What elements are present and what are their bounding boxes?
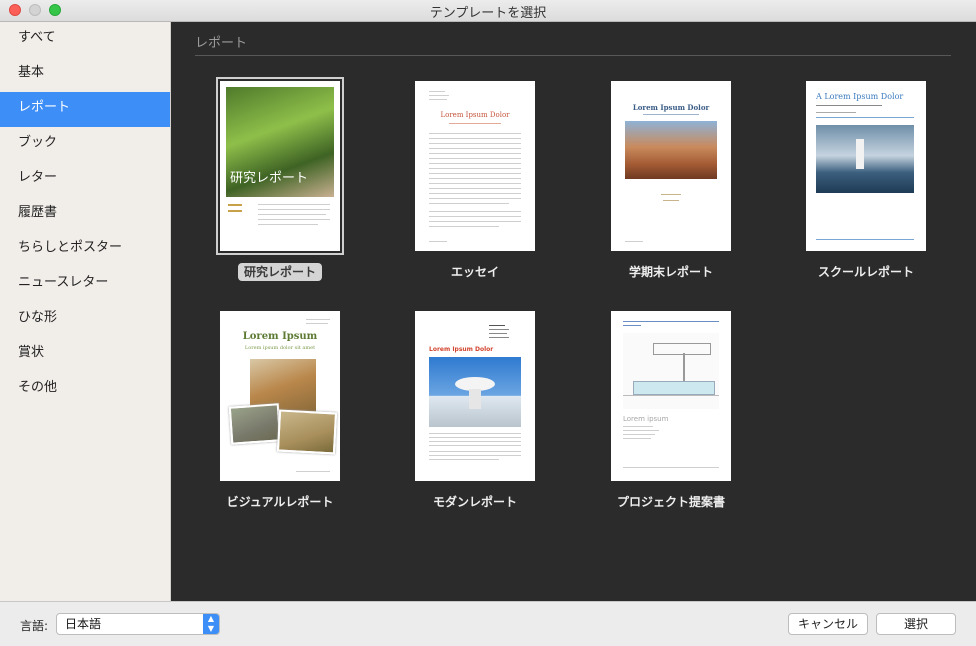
cancel-button[interactable]: キャンセル: [788, 613, 868, 635]
template-thumbnail[interactable]: Lorem Ipsum Lorem ipsum dolor sit amet: [220, 311, 340, 481]
elephant-photo: [228, 403, 282, 445]
category-sidebar: すべて 基本 レポート ブック レター 履歴書 ちらしとポスター ニュースレター…: [0, 22, 171, 601]
window-title: テンプレートを選択: [429, 6, 547, 21]
template-thumbnail[interactable]: Lorem Ipsum Dolor: [415, 311, 535, 481]
template-label[interactable]: プロジェクト提案書: [601, 493, 741, 510]
visual-report-heading: Lorem Ipsum: [242, 331, 318, 342]
building-photo: [429, 357, 521, 427]
tea-leaves-photo: 研究レポート: [226, 87, 334, 197]
bottom-toolbar: 言語: 日本語 ▲ ▼ キャンセル 選択: [0, 601, 976, 646]
sidebar-item-books[interactable]: ブック: [0, 127, 170, 162]
proposal-heading: Lorem ipsum: [623, 415, 669, 423]
select-button[interactable]: 選択: [876, 613, 956, 635]
template-label[interactable]: エッセイ: [405, 263, 545, 280]
template-label[interactable]: 学期末レポート: [601, 263, 741, 280]
language-value: 日本語: [65, 617, 102, 631]
template-label[interactable]: 研究レポート: [210, 263, 350, 281]
template-label[interactable]: スクールレポート: [796, 263, 936, 280]
sidebar-item-letters[interactable]: レター: [0, 162, 170, 197]
title-bar: テンプレートを選択: [0, 0, 976, 22]
template-thumbnail[interactable]: A Lorem Ipsum Dolor: [806, 81, 926, 251]
sidebar-item-basic[interactable]: 基本: [0, 57, 170, 92]
canyon-photo: [625, 121, 717, 179]
sidebar-item-all[interactable]: すべて: [0, 22, 170, 57]
sidebar-item-other[interactable]: その他: [0, 372, 170, 407]
sidebar-item-flyers-posters[interactable]: ちらしとポスター: [0, 232, 170, 267]
template-thumbnail[interactable]: 研究レポート: [216, 77, 344, 255]
template-thumbnail[interactable]: Lorem ipsum: [611, 311, 731, 481]
chevron-up-down-icon: ▲ ▼: [203, 614, 219, 634]
language-select[interactable]: 日本語 ▲ ▼: [56, 613, 220, 635]
language-label: 言語:: [20, 619, 49, 633]
template-label[interactable]: モダンレポート: [405, 493, 545, 510]
template-thumbnail[interactable]: Lorem Ipsum Dolor: [611, 81, 731, 251]
sidebar-item-reports[interactable]: レポート: [0, 92, 170, 127]
school-report-heading: A Lorem Ipsum Dolor: [816, 92, 904, 101]
architecture-sketch: [623, 333, 719, 409]
template-gallery: レポート 研究レポート 研究レポート Lorem Ipsum Dolor エッセ…: [171, 22, 976, 601]
sidebar-item-certificates[interactable]: 賞状: [0, 337, 170, 372]
essay-heading: Lorem Ipsum Dolor: [440, 111, 510, 119]
lighthouse-photo: [816, 125, 914, 193]
sidebar-item-resumes[interactable]: 履歴書: [0, 197, 170, 232]
template-label[interactable]: ビジュアルレポート: [210, 493, 350, 510]
cover-title-text: 研究レポート: [230, 171, 309, 186]
sidebar-item-forms[interactable]: ひな形: [0, 302, 170, 337]
sidebar-item-newsletters[interactable]: ニュースレター: [0, 267, 170, 302]
term-paper-heading: Lorem Ipsum Dolor: [632, 103, 710, 112]
template-thumbnail[interactable]: Lorem Ipsum Dolor: [415, 81, 535, 251]
visual-report-subheading: Lorem ipsum dolor sit amet: [244, 345, 316, 351]
meerkat-photo: [276, 409, 338, 455]
section-title: レポート: [195, 36, 248, 51]
modern-report-heading: Lorem Ipsum Dolor: [429, 346, 494, 353]
section-divider: [195, 55, 951, 56]
